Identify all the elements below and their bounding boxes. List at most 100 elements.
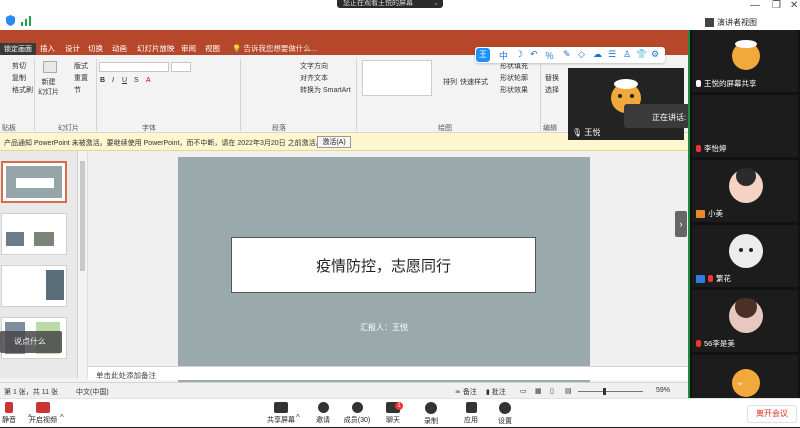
chat-label: 聊天 — [386, 417, 400, 424]
shape-outline-button[interactable]: 形状轮廓 — [500, 73, 528, 83]
share-screen-button[interactable]: 共享屏幕 — [264, 402, 298, 428]
moon-icon[interactable]: ☽ — [515, 49, 523, 60]
align-text-button[interactable]: 对齐文本 — [300, 73, 328, 83]
microphone-icon — [5, 402, 13, 413]
tab-insert[interactable]: 插入 — [40, 43, 55, 54]
divider — [240, 59, 241, 131]
font-color-button[interactable]: A — [146, 77, 151, 84]
copy-button[interactable]: 复制 — [12, 73, 26, 83]
thumbnail-scrollbar[interactable] — [78, 151, 88, 378]
group-clipboard: 贴板 — [2, 125, 16, 132]
participant-tile[interactable]: 繁花 — [692, 225, 798, 287]
close-icon[interactable]: ✕ — [790, 0, 798, 11]
notes-toggle[interactable]: ≐ 备注 — [455, 387, 477, 397]
slide-title[interactable]: 疫情防控，志愿同行 — [231, 237, 536, 293]
font-family-select[interactable] — [99, 62, 169, 72]
shadow-button[interactable]: S — [134, 77, 139, 84]
tab-slideshow[interactable]: 幻灯片放映 — [137, 43, 175, 54]
leave-meeting-button[interactable]: 离开会议 — [747, 405, 797, 423]
activate-button[interactable]: 激活(A) — [317, 136, 351, 148]
slideshow-icon[interactable]: ▤ — [565, 387, 572, 395]
annotator-avatar[interactable]: 王 — [476, 48, 490, 62]
say-something-box[interactable]: 说点什么 — [0, 331, 62, 353]
participant-tile[interactable]: 56李是美 — [692, 290, 798, 352]
undo-icon[interactable]: ↶ — [530, 49, 538, 60]
bold-button[interactable]: B — [100, 77, 105, 84]
invite-button[interactable]: 邀请 — [306, 402, 340, 428]
slide-reporter[interactable]: 汇报人：王悦 — [178, 322, 590, 333]
tab-review[interactable]: 审阅 — [181, 43, 196, 54]
layout-button[interactable]: 版式 — [74, 61, 88, 71]
format-painter-button[interactable]: 格式刷 — [12, 85, 33, 95]
participant-tile[interactable]: ⌄ — [692, 355, 798, 398]
italic-button[interactable]: I — [112, 77, 114, 84]
bear-avatar-icon — [732, 40, 760, 70]
speaker-view-button[interactable]: 演讲者视图 — [705, 15, 757, 29]
pen-icon[interactable]: ✎ — [563, 49, 571, 60]
restore-icon[interactable]: ❐ — [772, 0, 781, 11]
cut-button[interactable]: 剪切 — [12, 61, 26, 71]
zoom-slider[interactable] — [578, 391, 643, 392]
shield-icon[interactable] — [5, 15, 16, 26]
chat-button[interactable]: 1 聊天 — [376, 402, 410, 428]
list-icon[interactable]: ☰ — [608, 49, 616, 60]
mic-muted-icon — [708, 275, 713, 282]
cloud-icon[interactable]: ☁ — [593, 49, 602, 60]
thumbnail-slide-1[interactable] — [1, 161, 67, 203]
reading-view-icon[interactable]: ▯ — [550, 387, 554, 395]
normal-view-icon[interactable]: ▭ — [520, 387, 527, 395]
zoom-slider-knob[interactable] — [603, 388, 606, 395]
signal-icon[interactable] — [20, 15, 32, 26]
text-icon[interactable]: 中 — [499, 49, 508, 62]
video-button[interactable]: 开启视频 — [26, 402, 60, 428]
participant-tile[interactable]: 小美 — [692, 160, 798, 222]
viewing-banner[interactable]: 您正在观看王悦的屏幕 ⌄ — [337, 0, 443, 8]
participant-tile[interactable]: 王悦的屏幕共享 — [692, 30, 798, 92]
percent-icon[interactable]: ％ — [545, 49, 554, 62]
language: 中文(中国) — [76, 389, 109, 396]
shirt-icon[interactable]: 👕 — [636, 49, 647, 60]
chevron-up-icon[interactable]: ^ — [296, 413, 300, 422]
tab-view[interactable]: 视图 — [205, 43, 220, 54]
tab-design[interactable]: 设计 — [65, 43, 80, 54]
new-slide-button[interactable]: 新建 幻灯片 — [38, 77, 59, 97]
chevron-up-icon[interactable]: ^ — [60, 413, 64, 422]
reset-button[interactable]: 重置 — [74, 73, 88, 83]
thumbnail-slide-2[interactable] — [1, 213, 67, 255]
tab-animations[interactable]: 动画 — [112, 43, 127, 54]
gear-icon[interactable]: ⚙ — [651, 49, 659, 60]
select-button[interactable]: 选择 — [545, 85, 559, 95]
tell-me-search[interactable]: 💡 告诉我您想要做什么... — [232, 43, 317, 54]
arrange-button[interactable]: 排列 — [443, 77, 457, 87]
dog-photo-icon — [729, 234, 763, 268]
section-button[interactable]: 节 — [74, 85, 81, 95]
replace-button[interactable]: 替换 — [545, 73, 559, 83]
participant-name: 李怡婷 — [704, 144, 727, 153]
thumbnail-slide-3[interactable] — [1, 265, 67, 307]
mute-button[interactable]: 静音 — [0, 402, 26, 428]
slide-sorter-icon[interactable]: ▦ — [535, 387, 542, 395]
quick-styles-button[interactable]: 快速样式 — [460, 77, 488, 87]
tab-transitions[interactable]: 切换 — [88, 43, 103, 54]
comments-toggle[interactable]: ▮ 批注 — [486, 387, 506, 397]
minimize-icon[interactable]: — — [750, 0, 760, 11]
shape-effects-button[interactable]: 形状效果 — [500, 85, 528, 95]
participants-button[interactable]: 成员(30) — [340, 402, 374, 428]
participant-tile[interactable]: 李怡婷 — [692, 95, 798, 157]
zoom-level[interactable]: 59% — [656, 387, 670, 394]
font-size-select[interactable] — [171, 62, 191, 72]
current-slide[interactable]: 疫情防控，志愿同行 汇报人：王悦 — [178, 157, 590, 387]
eraser-icon[interactable]: ◇ — [578, 49, 585, 60]
record-button[interactable]: 录制 — [414, 402, 448, 428]
text-direction-button[interactable]: 文字方向 — [300, 61, 328, 71]
apps-button[interactable]: 应用 — [454, 402, 488, 428]
notes-pane[interactable]: 单击此处添加备注 — [88, 366, 688, 380]
underline-button[interactable]: U — [122, 77, 127, 84]
settings-button[interactable]: 设置 — [488, 402, 522, 428]
shapes-gallery[interactable] — [362, 60, 432, 96]
person-icon[interactable]: ♙ — [623, 49, 631, 60]
collapse-gallery-handle[interactable]: › — [675, 211, 687, 237]
notes-toggle-label: 备注 — [462, 389, 477, 396]
smartart-button[interactable]: 转换为 SmartArt — [300, 85, 351, 95]
chevron-down-icon[interactable]: ⌄ — [736, 377, 744, 388]
